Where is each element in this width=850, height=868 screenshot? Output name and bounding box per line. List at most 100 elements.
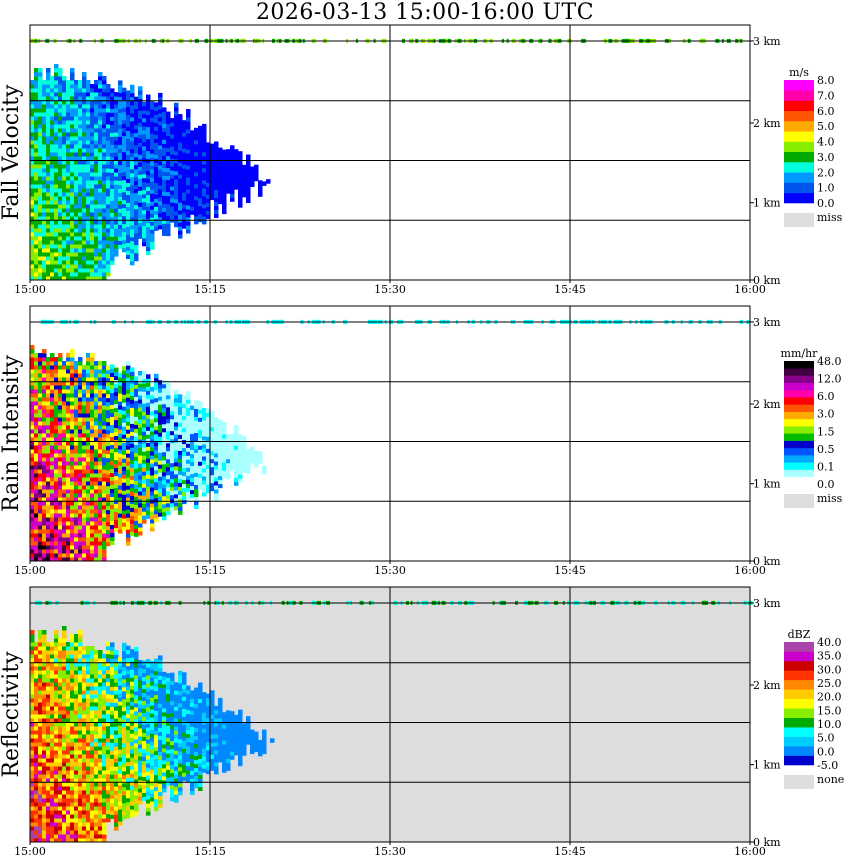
echo-pixel xyxy=(66,738,71,743)
echo-pixel xyxy=(130,495,135,500)
echo-pixel xyxy=(86,148,91,153)
echo-pixel xyxy=(198,453,203,458)
echo-pixel xyxy=(134,464,139,469)
echo-pixel xyxy=(30,549,35,554)
echo-pixel xyxy=(62,232,67,237)
echo-pixel xyxy=(70,232,75,237)
echo-pixel xyxy=(30,345,35,350)
echo-pixel xyxy=(198,485,203,490)
echo-pixel xyxy=(150,149,155,154)
echo-pixel xyxy=(110,208,115,213)
echo-pixel xyxy=(190,417,195,423)
echo-pixel xyxy=(146,466,151,471)
echo-pixel xyxy=(94,136,99,141)
echo-pixel xyxy=(86,405,91,410)
echo-pixel xyxy=(150,129,155,134)
echo-pixel xyxy=(50,702,55,707)
echo-pixel xyxy=(66,690,71,695)
echo-pixel xyxy=(118,485,123,490)
echo-pixel xyxy=(158,480,163,485)
panel-reflectivity: Reflectivity0 km1 km2 km3 km15:00 15:15 15… xyxy=(0,586,844,858)
echo-pixel xyxy=(70,814,75,819)
echo-pixel xyxy=(170,210,175,215)
echo-pixel xyxy=(106,156,111,161)
echo-pixel xyxy=(62,658,67,663)
echo-pixel xyxy=(74,485,79,490)
echo-pixel xyxy=(98,184,103,189)
echo-pixel xyxy=(118,212,123,217)
echo-pixel xyxy=(46,734,51,739)
echo-pixel xyxy=(110,224,115,229)
echo-pixel xyxy=(74,377,79,382)
echo-pixel xyxy=(30,397,35,402)
echo-pixel xyxy=(38,413,43,418)
echo-pixel xyxy=(114,507,119,513)
echo-pixel xyxy=(114,491,119,497)
echo-pixel xyxy=(186,403,191,408)
echo-pixel xyxy=(54,417,59,422)
echo-pixel xyxy=(238,159,243,164)
echo-pixel xyxy=(30,184,35,189)
echo-pixel xyxy=(198,209,203,215)
echo-pixel xyxy=(82,429,87,434)
echo-pixel xyxy=(42,790,47,795)
echo-pixel xyxy=(118,104,123,109)
echo-pixel xyxy=(50,654,55,659)
echo-pixel xyxy=(198,161,203,167)
echo-pixel xyxy=(86,369,91,374)
echo-pixel xyxy=(78,509,83,514)
echo-pixel xyxy=(146,162,151,168)
echo-pixel xyxy=(134,228,139,234)
echo-pixel xyxy=(62,489,67,494)
echo-pixel xyxy=(30,654,35,659)
echo-pixel xyxy=(174,178,179,184)
echo-pixel xyxy=(82,481,87,486)
echo-pixel xyxy=(82,124,87,129)
echo-pixel xyxy=(170,214,175,219)
echo-pixel xyxy=(114,220,119,225)
echo-pixel xyxy=(74,481,79,486)
echo-pixel xyxy=(98,537,103,542)
echo-pixel xyxy=(58,393,63,398)
echo-pixel xyxy=(246,186,251,191)
echo-pixel xyxy=(154,389,159,395)
echo-pixel xyxy=(34,453,39,458)
echo-pixel xyxy=(90,385,95,390)
echo-pixel xyxy=(166,386,171,392)
echo-pixel xyxy=(66,521,71,526)
echo-pixel xyxy=(34,88,39,93)
echo-pixel xyxy=(222,474,227,479)
echo-pixel xyxy=(34,710,39,715)
echo-pixel xyxy=(242,460,247,465)
echo-pixel xyxy=(74,232,79,237)
echo-pixel xyxy=(166,203,171,209)
echo-pixel xyxy=(126,429,131,434)
echo-pixel xyxy=(150,161,155,166)
echo-pixel xyxy=(30,513,35,518)
echo-pixel xyxy=(146,502,151,507)
echo-pixel xyxy=(102,128,107,133)
echo-pixel xyxy=(142,383,147,388)
echo-pixel xyxy=(46,176,51,181)
echo-pixel xyxy=(50,730,55,735)
echo-pixel xyxy=(30,212,35,217)
echo-pixel xyxy=(98,272,103,277)
echo-pixel xyxy=(54,545,59,550)
echo-pixel xyxy=(182,172,187,177)
echo-pixel xyxy=(82,529,87,534)
echo-pixel xyxy=(210,147,215,153)
echo-pixel xyxy=(106,541,111,547)
echo-pixel xyxy=(38,180,43,185)
echo-pixel xyxy=(190,178,195,183)
colorbar-swatch xyxy=(784,411,814,420)
echo-pixel xyxy=(82,84,87,89)
echo-pixel xyxy=(194,139,199,145)
echo-pixel xyxy=(34,730,39,735)
echo-pixel xyxy=(38,252,43,257)
echo-pixel xyxy=(142,451,147,456)
echo-pixel xyxy=(86,373,91,378)
echo-pixel xyxy=(62,826,67,831)
echo-pixel xyxy=(82,521,87,526)
echo-pixel xyxy=(58,810,63,815)
echo-pixel xyxy=(106,521,111,527)
